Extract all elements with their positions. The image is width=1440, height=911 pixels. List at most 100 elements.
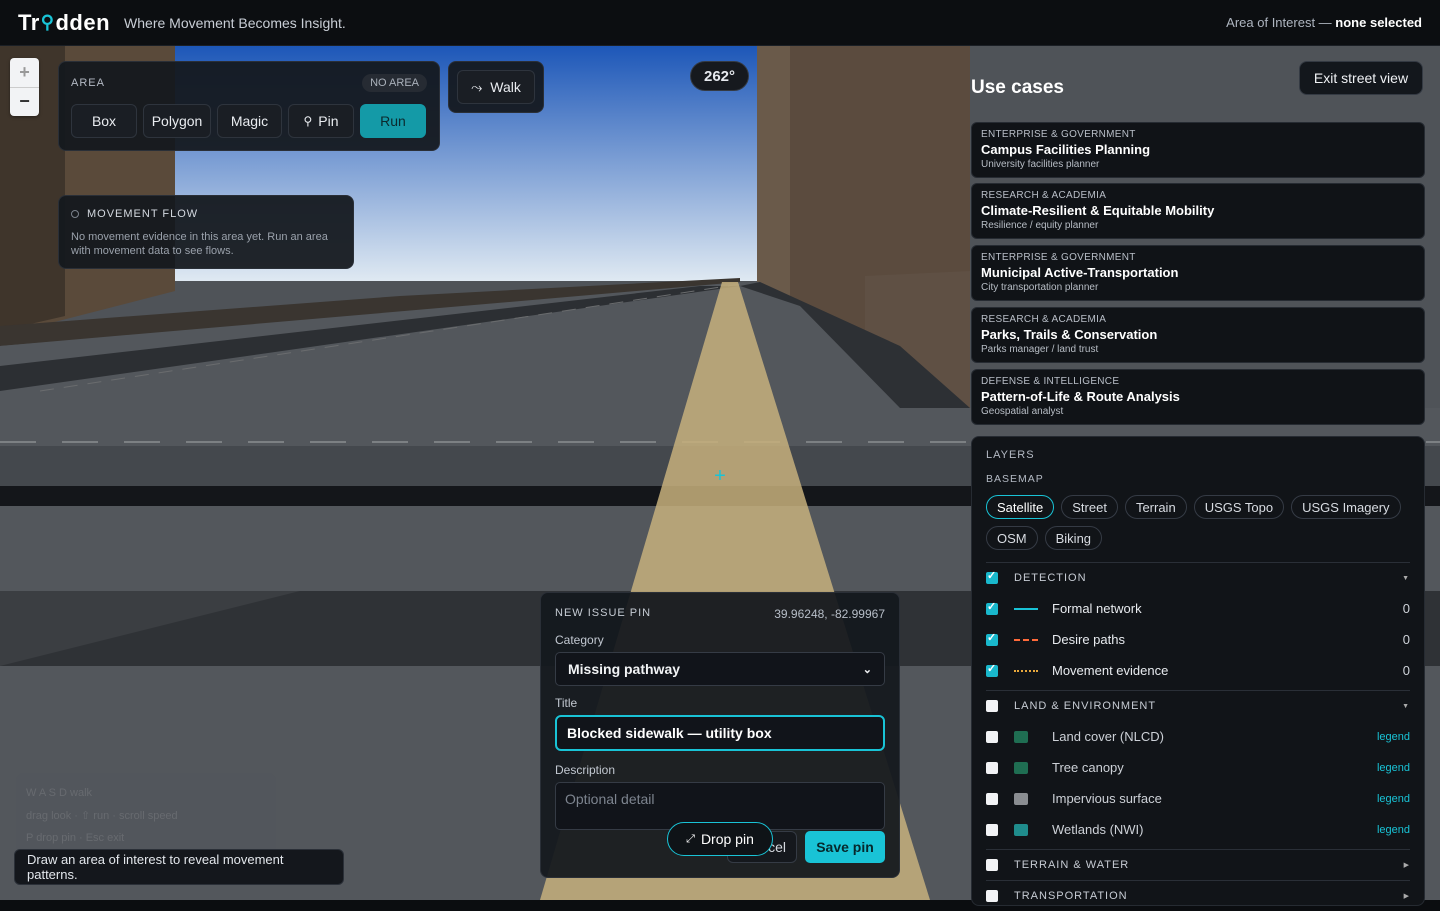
movement-flow-panel: MOVEMENT FLOW No movement evidence in th… — [58, 195, 354, 269]
layer-checkbox[interactable] — [986, 823, 998, 836]
description-label: Description — [555, 763, 616, 777]
layer-row-formal-network[interactable]: Formal network 0 — [986, 593, 1410, 624]
expand-caret-icon[interactable]: ▶ — [1404, 892, 1410, 900]
use-case-name: Pattern-of-Life & Route Analysis — [981, 389, 1180, 404]
terrain-group-header[interactable]: TERRAIN & WATER ▶ — [986, 850, 1410, 880]
run-button[interactable]: Run — [360, 104, 426, 138]
layer-checkbox[interactable] — [986, 600, 998, 615]
magic-tool-button[interactable]: Magic — [217, 104, 282, 138]
compass-heading[interactable]: 262° — [690, 61, 749, 91]
exit-street-view-button[interactable]: Exit street view — [1299, 61, 1423, 95]
basemap-label: BASEMAP — [986, 473, 1044, 485]
layers-panel: LAYERS BASEMAP Satellite Street Terrain … — [971, 436, 1425, 906]
polygon-tool-button[interactable]: Polygon — [143, 104, 211, 138]
drop-pin-icon: ⤢ — [686, 832, 695, 845]
save-pin-button[interactable]: Save pin — [805, 831, 885, 863]
layer-row-impervious-surface[interactable]: Impervious surface legend — [986, 783, 1410, 814]
use-case-card[interactable]: DEFENSE & INTELLIGENCE Pattern-of-Life &… — [971, 369, 1425, 425]
walk-button[interactable]: ⤳ Walk — [457, 70, 535, 104]
layer-row-land-cover[interactable]: Land cover (NLCD) legend — [986, 721, 1410, 752]
legend-link[interactable]: legend — [1377, 793, 1410, 805]
layer-row-movement-evidence[interactable]: Movement evidence 0 — [986, 655, 1410, 686]
use-case-category: DEFENSE & INTELLIGENCE — [981, 376, 1120, 387]
basemap-street[interactable]: Street — [1061, 495, 1118, 519]
title-label: Title — [555, 696, 578, 710]
basemap-terrain[interactable]: Terrain — [1124, 495, 1187, 519]
logo-text-right: dden — [55, 9, 111, 35]
movement-flow-text: No movement evidence in this area yet. R… — [71, 231, 328, 257]
terrain-checkbox[interactable] — [986, 859, 998, 871]
issue-form-title: NEW ISSUE PIN — [555, 607, 652, 619]
area-panel: AREA NO AREA Box Polygon Magic ⚲ Pin Run — [58, 61, 440, 151]
layer-row-wetlands[interactable]: Wetlands (NWI) legend — [986, 814, 1410, 845]
top-bar: Tr ⚲ dden Where Movement Becomes Insight… — [0, 0, 1440, 46]
transportation-group-header[interactable]: TRANSPORTATION ▶ — [986, 881, 1410, 911]
layer-checkbox[interactable] — [986, 662, 998, 677]
crosshair-icon: + — [714, 465, 726, 487]
aoi-value: none selected — [1335, 15, 1422, 30]
transportation-checkbox[interactable] — [986, 890, 998, 902]
title-input[interactable]: Blocked sidewalk — utility box — [555, 715, 885, 751]
land-label: LAND & ENVIRONMENT — [1014, 700, 1157, 712]
walk-icon: ⤳ — [471, 78, 483, 95]
dotted-line-icon — [1014, 669, 1040, 672]
color-swatch-icon — [1014, 823, 1028, 836]
box-tool-button[interactable]: Box — [71, 104, 137, 138]
use-case-card[interactable]: RESEARCH & ACADEMIA Parks, Trails & Cons… — [971, 307, 1425, 363]
layers-title: LAYERS — [986, 449, 1035, 461]
zoom-control: + − — [10, 58, 39, 116]
layer-row-desire-paths[interactable]: Desire paths 0 — [986, 624, 1410, 655]
detection-checkbox[interactable] — [986, 569, 998, 584]
legend-link[interactable]: legend — [1377, 731, 1410, 743]
collapse-caret-icon[interactable]: ▼ — [1402, 703, 1410, 710]
hint-toast: Draw an area of interest to reveal movem… — [14, 849, 344, 885]
detection-label: DETECTION — [1014, 572, 1087, 584]
layer-checkbox[interactable] — [986, 761, 998, 774]
layer-count: 0 — [1402, 632, 1410, 647]
layer-checkbox[interactable] — [986, 730, 998, 743]
use-case-card[interactable]: RESEARCH & ACADEMIA Climate-Resilient & … — [971, 183, 1425, 239]
expand-caret-icon[interactable]: ▶ — [1404, 861, 1410, 869]
zoom-in-button[interactable]: + — [10, 58, 39, 88]
color-swatch-icon — [1014, 761, 1028, 774]
collapse-caret-icon[interactable]: ▼ — [1402, 575, 1410, 582]
walk-label: Walk — [490, 79, 521, 95]
no-area-badge: NO AREA — [362, 74, 427, 92]
use-case-role: University facilities planner — [981, 159, 1100, 170]
layer-name: Impervious surface — [1052, 791, 1162, 806]
legend-link[interactable]: legend — [1377, 762, 1410, 774]
basemap-usgs-topo[interactable]: USGS Topo — [1193, 495, 1285, 519]
hint-pin: P drop pin · Esc exit — [26, 832, 125, 844]
category-value: Missing pathway — [568, 661, 681, 677]
use-case-card[interactable]: ENTERPRISE & GOVERNMENT Municipal Active… — [971, 245, 1425, 301]
layer-checkbox[interactable] — [986, 792, 998, 805]
drop-pin-button[interactable]: ⤢ Drop pin — [667, 822, 773, 856]
movement-flow-title: MOVEMENT FLOW — [87, 208, 199, 220]
legend-link[interactable]: legend — [1377, 824, 1410, 836]
map-pin-icon: ⚲ — [40, 12, 55, 32]
basemap-osm[interactable]: OSM — [986, 526, 1038, 550]
land-checkbox[interactable] — [986, 700, 998, 712]
pin-icon: ⚲ — [303, 114, 313, 128]
layer-checkbox[interactable] — [986, 631, 998, 646]
hint-look: drag look · ⇧ run · scroll speed — [26, 810, 178, 822]
use-case-card[interactable]: ENTERPRISE & GOVERNMENT Campus Facilitie… — [971, 122, 1425, 178]
app-logo[interactable]: Tr ⚲ dden — [18, 10, 110, 36]
basemap-satellite[interactable]: Satellite — [986, 495, 1055, 519]
drop-pin-label: Drop pin — [700, 831, 754, 847]
use-case-role: Resilience / equity planner — [981, 220, 1099, 231]
solid-line-icon — [1014, 607, 1040, 610]
category-select[interactable]: Missing pathway ⌄ — [555, 652, 885, 686]
basemap-usgs-imagery[interactable]: USGS Imagery — [1291, 495, 1401, 519]
detection-group-header[interactable]: DETECTION ▼ — [986, 563, 1410, 593]
walk-panel: ⤳ Walk — [448, 61, 544, 113]
aoi-label: Area of Interest — — [1226, 15, 1332, 30]
land-group-header[interactable]: LAND & ENVIRONMENT ▼ — [986, 691, 1410, 721]
terrain-label: TERRAIN & WATER — [1014, 859, 1130, 871]
pin-tool-button[interactable]: ⚲ Pin — [288, 104, 354, 138]
layer-count: 0 — [1402, 663, 1410, 678]
zoom-out-button[interactable]: − — [10, 88, 39, 117]
use-case-category: ENTERPRISE & GOVERNMENT — [981, 129, 1136, 140]
basemap-biking[interactable]: Biking — [1044, 526, 1103, 550]
layer-row-tree-canopy[interactable]: Tree canopy legend — [986, 752, 1410, 783]
